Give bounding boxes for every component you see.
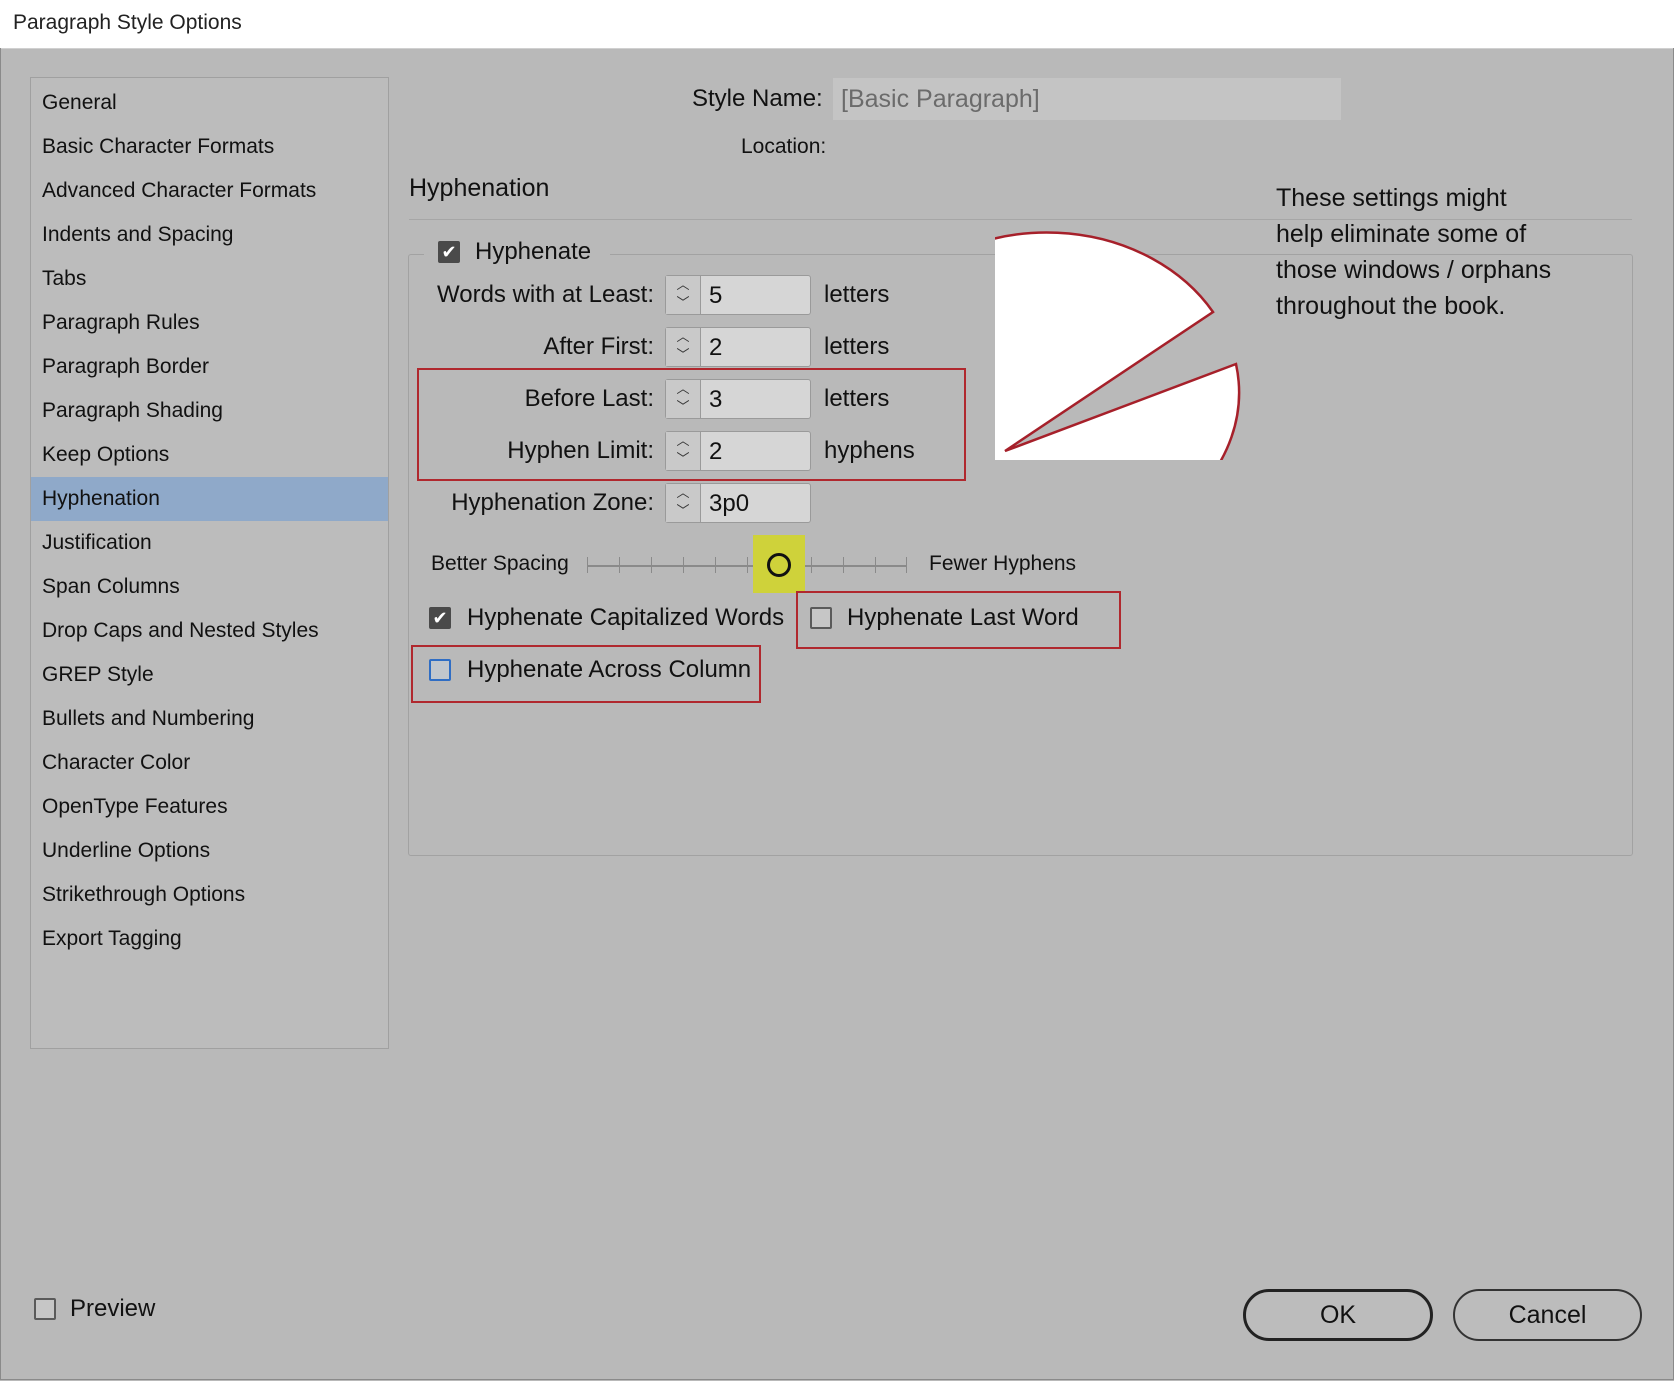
hyphenate-capitalized-words-label: Hyphenate Capitalized Words	[467, 604, 785, 631]
sidebar-item-justification[interactable]: Justification	[31, 521, 388, 565]
annotation-highlight-box	[796, 591, 1121, 649]
stepper-arrows[interactable]: ︿ ﹀	[666, 484, 701, 522]
sidebar-nav: General Basic Character Formats Advanced…	[30, 77, 389, 1049]
slider-tick	[619, 557, 620, 573]
sidebar-item-opentype-features[interactable]: OpenType Features	[31, 785, 388, 829]
chevron-down-icon[interactable]: ﹀	[666, 502, 700, 520]
spacing-slider-handle[interactable]	[767, 553, 791, 577]
sidebar-item-paragraph-rules[interactable]: Paragraph Rules	[31, 301, 388, 345]
words-with-at-least-unit: letters	[824, 281, 890, 308]
sidebar-item-drop-caps-and-nested-styles[interactable]: Drop Caps and Nested Styles	[31, 609, 388, 653]
callout-text: These settings might help eliminate some…	[1276, 184, 1552, 320]
sidebar-item-indents-and-spacing[interactable]: Indents and Spacing	[31, 213, 388, 257]
slider-tick	[875, 557, 876, 573]
hyphenate-checkbox[interactable]: ✔	[438, 241, 460, 263]
chevron-down-icon[interactable]: ﹀	[666, 294, 700, 312]
sidebar-item-tabs[interactable]: Tabs	[31, 257, 388, 301]
hyphenation-zone-stepper[interactable]: ︿ ﹀ 3p0	[665, 483, 811, 523]
location-label: Location:	[741, 135, 827, 158]
chevron-up-icon[interactable]: ︿	[666, 484, 700, 502]
words-with-at-least-stepper[interactable]: ︿ ﹀ 5	[665, 275, 811, 315]
sidebar-item-keep-options[interactable]: Keep Options	[31, 433, 388, 477]
window-title: Paragraph Style Options	[13, 11, 242, 34]
after-first-stepper[interactable]: ︿ ﹀ 2	[665, 327, 811, 367]
stepper-value[interactable]: 5	[709, 282, 722, 310]
slider-left-label: Better Spacing	[431, 552, 569, 575]
stepper-value[interactable]: 2	[709, 334, 722, 362]
sidebar-item-hyphenation[interactable]: Hyphenation	[31, 477, 388, 521]
slider-right-label: Fewer Hyphens	[929, 552, 1077, 575]
slider-tick	[715, 557, 716, 573]
slider-tick	[651, 557, 652, 573]
sidebar-item-export-tagging[interactable]: Export Tagging	[31, 917, 388, 961]
sidebar-item-paragraph-shading[interactable]: Paragraph Shading	[31, 389, 388, 433]
checkmark-icon: ✔	[432, 608, 448, 628]
title-bar: Paragraph Style Options	[0, 0, 1674, 49]
slider-tick	[843, 557, 844, 573]
sidebar-item-paragraph-border[interactable]: Paragraph Border	[31, 345, 388, 389]
stepper-arrows[interactable]: ︿ ﹀	[666, 328, 701, 366]
slider-tick	[683, 557, 684, 573]
sidebar-item-strikethrough-options[interactable]: Strikethrough Options	[31, 873, 388, 917]
style-name-label: Style Name:	[692, 85, 823, 112]
chevron-up-icon[interactable]: ︿	[666, 276, 700, 294]
hyphenation-zone-label: Hyphenation Zone:	[451, 489, 654, 516]
ok-button[interactable]: OK	[1243, 1289, 1433, 1341]
style-name-input[interactable]	[833, 78, 1341, 120]
slider-tick	[747, 557, 748, 573]
slider-tick	[811, 557, 812, 573]
sidebar-item-span-columns[interactable]: Span Columns	[31, 565, 388, 609]
preview-label: Preview	[70, 1295, 156, 1322]
sidebar-item-advanced-character-formats[interactable]: Advanced Character Formats	[31, 169, 388, 213]
annotation-highlight-box	[411, 645, 761, 703]
sidebar-item-grep-style[interactable]: GREP Style	[31, 653, 388, 697]
sidebar-item-underline-options[interactable]: Underline Options	[31, 829, 388, 873]
section-title: Hyphenation	[409, 174, 550, 202]
preview-checkbox[interactable]	[34, 1298, 56, 1320]
sidebar-item-general[interactable]: General	[31, 81, 388, 125]
after-first-label: After First:	[543, 333, 654, 360]
stepper-arrows[interactable]: ︿ ﹀	[666, 276, 701, 314]
sidebar-item-basic-character-formats[interactable]: Basic Character Formats	[31, 125, 388, 169]
stepper-value[interactable]: 3p0	[709, 490, 749, 518]
annotation-highlight-box	[417, 368, 966, 481]
slider-tick	[906, 557, 907, 573]
hyphenate-capitalized-words-checkbox[interactable]: ✔	[429, 607, 451, 629]
hyphenate-label: Hyphenate	[475, 238, 592, 265]
cancel-button[interactable]: Cancel	[1453, 1289, 1642, 1341]
words-with-at-least-label: Words with at Least:	[437, 281, 654, 308]
checkmark-icon: ✔	[441, 242, 457, 262]
chevron-up-icon[interactable]: ︿	[666, 328, 700, 346]
sidebar-item-bullets-and-numbering[interactable]: Bullets and Numbering	[31, 697, 388, 741]
after-first-unit: letters	[824, 333, 890, 360]
sidebar-item-character-color[interactable]: Character Color	[31, 741, 388, 785]
slider-tick	[587, 557, 588, 573]
chevron-down-icon[interactable]: ﹀	[666, 346, 700, 364]
